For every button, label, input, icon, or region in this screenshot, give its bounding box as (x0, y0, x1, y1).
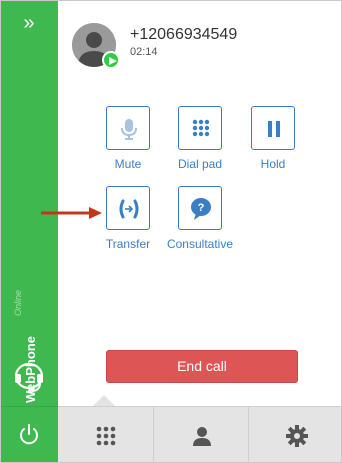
pause-icon (268, 121, 280, 137)
keypad-icon (192, 119, 210, 137)
power-icon (20, 424, 38, 445)
question-bubble-icon: ? (191, 198, 211, 220)
headset-icon (14, 362, 44, 393)
keypad-icon (96, 426, 116, 446)
sidebar: » Online WebPhone (1, 1, 58, 406)
status-label: Online (13, 289, 23, 316)
power-button[interactable] (1, 406, 58, 462)
consultative-button[interactable]: ? Consultative (160, 186, 240, 251)
hold-button[interactable]: Hold (233, 106, 313, 171)
tab-dialpad[interactable] (58, 407, 153, 462)
mute-button[interactable]: Mute (88, 106, 168, 171)
consultative-box[interactable]: ? (178, 186, 222, 230)
mute-box[interactable] (106, 106, 150, 150)
call-duration: 02:14 (130, 46, 158, 58)
tab-contacts[interactable] (153, 407, 248, 462)
transfer-call-icon (119, 199, 139, 219)
play-badge (102, 51, 120, 69)
webphone-window: » Online WebPhone +12066934549 02:14 Mut… (0, 0, 342, 463)
bottom-tab-bar (58, 406, 341, 462)
caller-number: +12066934549 (130, 26, 238, 43)
hold-box[interactable] (251, 106, 295, 150)
gear-icon (286, 425, 308, 447)
tab-settings[interactable] (248, 407, 341, 462)
dial-pad-button[interactable]: Dial pad (160, 106, 240, 171)
annotation-arrow (41, 207, 102, 219)
mute-label: Mute (114, 157, 142, 171)
svg-text:?: ? (198, 202, 205, 214)
transfer-box[interactable] (106, 186, 150, 230)
consultative-label: Consultative (166, 237, 234, 251)
hold-label: Hold (260, 157, 286, 171)
end-call-button[interactable]: End call (106, 350, 298, 383)
double-chevron-right-icon[interactable]: » (15, 11, 43, 35)
dial-pad-box[interactable] (178, 106, 222, 150)
person-icon (193, 427, 211, 446)
microphone-muted-icon (121, 119, 137, 140)
dial-pad-label: Dial pad (177, 157, 223, 171)
transfer-label: Transfer (105, 237, 151, 251)
play-icon (109, 57, 117, 65)
active-tab-pointer (93, 395, 115, 406)
